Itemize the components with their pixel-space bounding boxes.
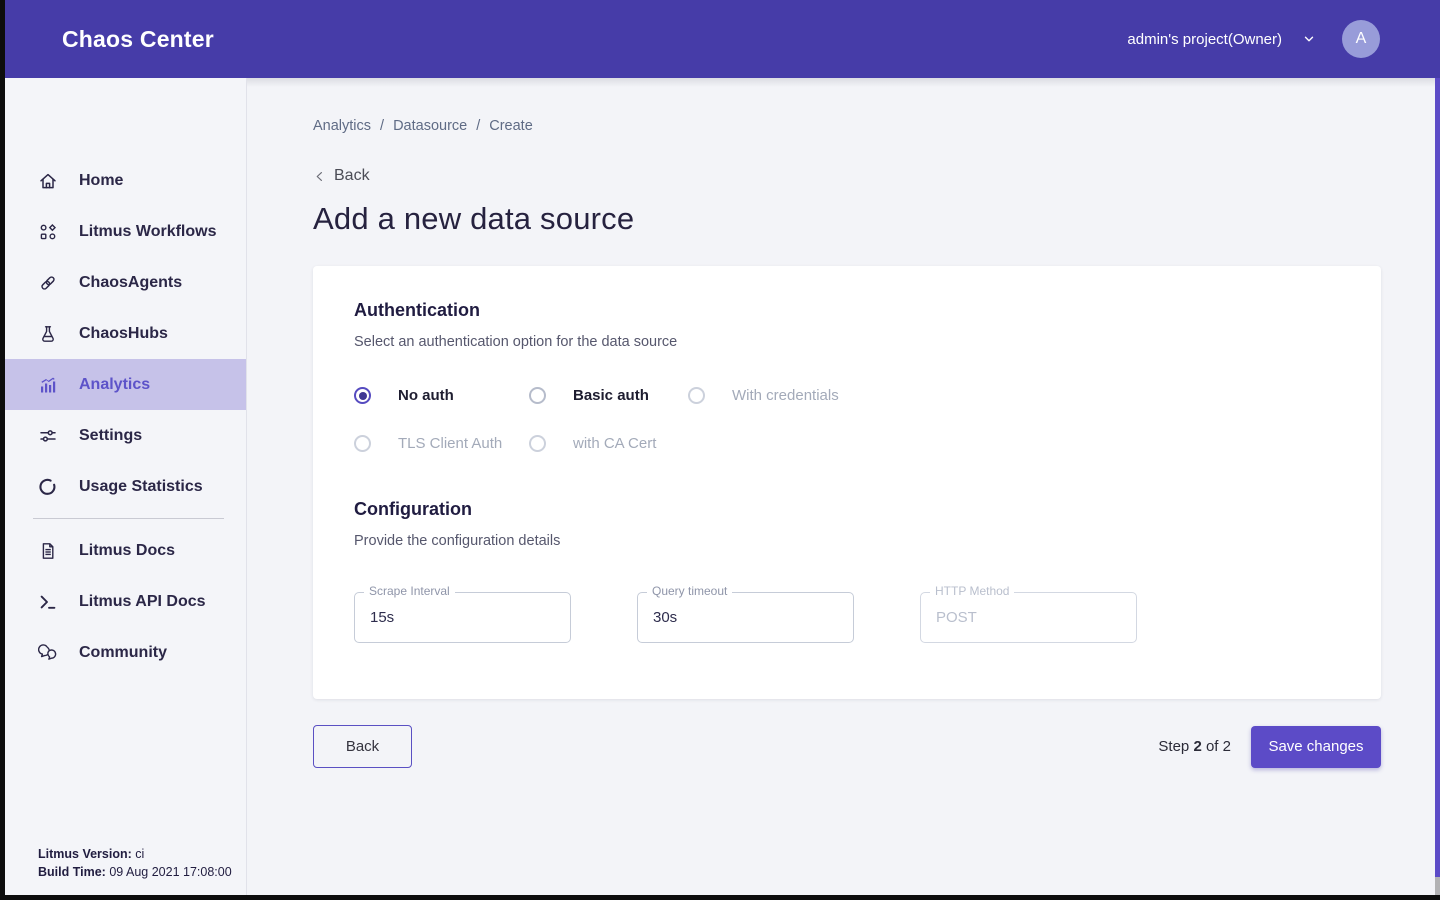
- top-header: Chaos Center admin's project(Owner) A: [5, 0, 1440, 78]
- sidebar-item-label: Litmus Docs: [79, 542, 175, 560]
- sidebar: Home Litmus Workflows ChaosAgents ChaosH…: [5, 78, 247, 895]
- page-title: Add a new data source: [313, 201, 1440, 237]
- sidebar-item-community[interactable]: Community: [5, 627, 246, 678]
- breadcrumb-separator: /: [476, 118, 480, 134]
- back-link-label: Back: [334, 167, 370, 185]
- radio-icon: [688, 387, 705, 404]
- radio-icon: [354, 435, 371, 452]
- sidebar-item-label: ChaosAgents: [79, 274, 182, 292]
- radio-label: TLS Client Auth: [398, 435, 502, 452]
- configuration-heading: Configuration: [354, 499, 1340, 520]
- radio-with-ca-cert: with CA Cert: [529, 435, 656, 452]
- radio-label: Basic auth: [573, 387, 649, 404]
- sidebar-item-label: Home: [79, 172, 123, 190]
- link-icon: [38, 273, 58, 293]
- sidebar-item-label: Litmus Workflows: [79, 223, 217, 241]
- scrape-interval-label: Scrape Interval: [364, 584, 455, 598]
- radio-with-credentials: With credentials: [688, 387, 839, 404]
- http-method-label: HTTP Method: [930, 584, 1014, 598]
- version-info: Litmus Version: ci Build Time: 09 Aug 20…: [38, 845, 232, 881]
- app-window: Chaos Center admin's project(Owner) A Ho…: [5, 0, 1440, 895]
- radio-basic-auth[interactable]: Basic auth: [529, 387, 688, 404]
- main-content: Analytics / Datasource / Create Back Add…: [247, 78, 1440, 895]
- litmus-version-line: Litmus Version: ci: [38, 845, 232, 863]
- chevron-left-icon: [313, 170, 326, 183]
- sidebar-divider: [33, 518, 224, 519]
- home-icon: [38, 171, 58, 191]
- radio-icon: [529, 387, 546, 404]
- chat-bubbles-icon: [38, 643, 58, 663]
- scrollbar-thumb[interactable]: [1435, 78, 1440, 877]
- chevron-down-icon: [1302, 32, 1316, 46]
- sliders-icon: [38, 426, 58, 446]
- authentication-heading: Authentication: [354, 300, 1340, 321]
- radio-no-auth[interactable]: No auth: [354, 387, 529, 404]
- sidebar-item-label: Settings: [79, 427, 142, 445]
- sidebar-item-label: Usage Statistics: [79, 478, 203, 496]
- bar-chart-icon: [38, 375, 58, 395]
- sidebar-item-chaosagents[interactable]: ChaosAgents: [5, 257, 246, 308]
- authentication-subtitle: Select an authentication option for the …: [354, 334, 1340, 350]
- breadcrumb: Analytics / Datasource / Create: [313, 118, 1440, 134]
- sidebar-item-litmus-workflows[interactable]: Litmus Workflows: [5, 206, 246, 257]
- form-footer: Back Step 2 of 2 Save changes: [313, 725, 1381, 768]
- sidebar-item-label: Analytics: [79, 376, 150, 394]
- sidebar-item-usage-statistics[interactable]: Usage Statistics: [5, 461, 246, 512]
- project-dropdown-label: admin's project(Owner): [1127, 31, 1282, 48]
- sidebar-item-chaoshubs[interactable]: ChaosHubs: [5, 308, 246, 359]
- http-method-input: [920, 592, 1137, 643]
- sidebar-item-home[interactable]: Home: [5, 155, 246, 206]
- scrape-interval-field: Scrape Interval: [354, 592, 571, 643]
- radio-label: No auth: [398, 387, 454, 404]
- scrape-interval-input[interactable]: [354, 592, 571, 643]
- sidebar-item-label: ChaosHubs: [79, 325, 168, 343]
- radio-icon: [354, 387, 371, 404]
- app-title: Chaos Center: [62, 26, 214, 53]
- flask-icon: [38, 324, 58, 344]
- terminal-icon: [38, 592, 58, 612]
- breadcrumb-create[interactable]: Create: [489, 118, 533, 134]
- sidebar-item-litmus-api-docs[interactable]: Litmus API Docs: [5, 576, 246, 627]
- back-link[interactable]: Back: [313, 167, 370, 185]
- workflows-icon: [38, 222, 58, 242]
- sidebar-item-label: Litmus API Docs: [79, 593, 206, 611]
- radio-label: With credentials: [732, 387, 839, 404]
- radio-tls-client-auth: TLS Client Auth: [354, 435, 529, 452]
- sidebar-item-label: Community: [79, 644, 167, 662]
- breadcrumb-analytics[interactable]: Analytics: [313, 118, 371, 134]
- configuration-subtitle: Provide the configuration details: [354, 533, 1340, 549]
- ring-icon: [38, 477, 58, 497]
- sidebar-item-analytics[interactable]: Analytics: [5, 359, 246, 410]
- sidebar-item-settings[interactable]: Settings: [5, 410, 246, 461]
- avatar-initial: A: [1356, 30, 1367, 48]
- save-changes-button[interactable]: Save changes: [1251, 726, 1381, 768]
- breadcrumb-datasource[interactable]: Datasource: [393, 118, 467, 134]
- back-button[interactable]: Back: [313, 725, 412, 768]
- sidebar-item-litmus-docs[interactable]: Litmus Docs: [5, 525, 246, 576]
- radio-label: with CA Cert: [573, 435, 656, 452]
- query-timeout-input[interactable]: [637, 592, 854, 643]
- http-method-field: HTTP Method: [920, 592, 1137, 643]
- build-time-line: Build Time: 09 Aug 2021 17:08:00: [38, 863, 232, 881]
- query-timeout-label: Query timeout: [647, 584, 732, 598]
- datasource-form-card: Authentication Select an authentication …: [313, 266, 1381, 699]
- project-dropdown[interactable]: admin's project(Owner): [1127, 31, 1316, 48]
- avatar[interactable]: A: [1342, 20, 1380, 58]
- radio-icon: [529, 435, 546, 452]
- document-icon: [38, 541, 58, 561]
- query-timeout-field: Query timeout: [637, 592, 854, 643]
- scrollbar-track[interactable]: [1435, 877, 1440, 895]
- breadcrumb-separator: /: [380, 118, 384, 134]
- step-indicator: Step 2 of 2: [1158, 738, 1231, 755]
